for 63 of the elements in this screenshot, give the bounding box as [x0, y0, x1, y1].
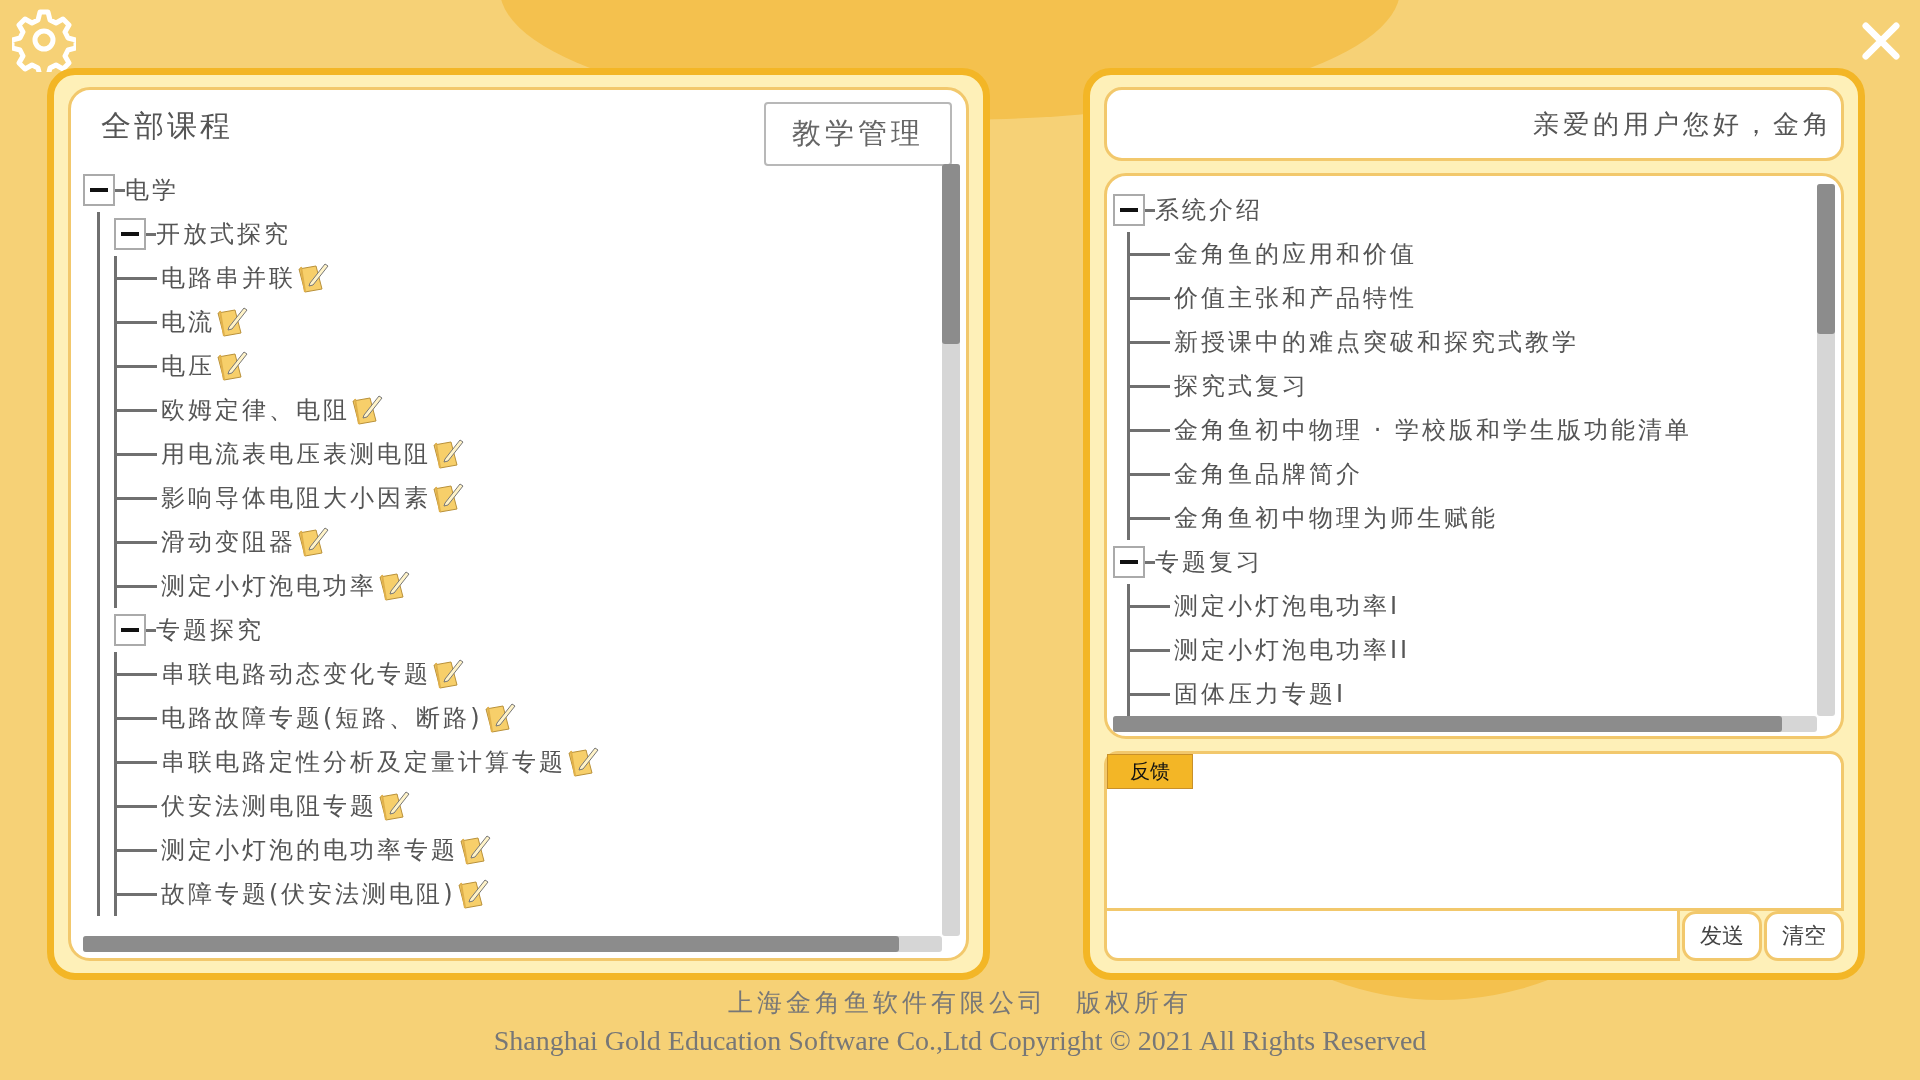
tree-item[interactable]: 电路故障专题(短路、断路)	[161, 702, 483, 734]
close-icon[interactable]	[1862, 22, 1900, 60]
tree-item[interactable]: 金角鱼初中物理为师生赋能	[1174, 502, 1498, 534]
tree-item[interactable]: 新授课中的难点突破和探究式教学	[1174, 326, 1579, 358]
tree-item[interactable]: 串联电路定性分析及定量计算专题	[161, 746, 566, 778]
collapse-toggle[interactable]	[114, 614, 146, 646]
tree-item[interactable]: 滑动变阻器	[161, 526, 296, 558]
notebook-pencil-icon	[566, 745, 600, 779]
collapse-toggle[interactable]	[114, 218, 146, 250]
notebook-pencil-icon	[215, 349, 249, 383]
collapse-toggle[interactable]	[1113, 546, 1145, 578]
notebook-pencil-icon	[455, 877, 490, 911]
greeting-text: 亲爱的用户您好，金角	[1533, 107, 1833, 141]
teaching-management-button[interactable]: 教学管理	[764, 102, 952, 166]
tree-item[interactable]: 电学	[125, 174, 179, 206]
collapse-toggle[interactable]	[83, 174, 115, 206]
tree-item[interactable]: 专题探究	[156, 614, 264, 646]
vertical-scrollbar[interactable]	[1817, 184, 1835, 716]
tree-item[interactable]: 系统介绍	[1155, 194, 1263, 226]
notebook-pencil-icon	[215, 305, 249, 339]
tree-item[interactable]: 串联电路动态变化专题	[161, 658, 431, 690]
feedback-textarea[interactable]	[1104, 751, 1844, 911]
tree-item[interactable]: 电压	[161, 350, 215, 382]
notebook-pencil-icon	[458, 833, 492, 867]
company-name: 上海金角鱼软件有限公司 版权所有	[728, 987, 1192, 1019]
notebook-pencil-icon	[482, 701, 517, 735]
tree-item[interactable]: 用电流表电压表测电阻	[161, 438, 431, 470]
horizontal-scrollbar[interactable]	[1113, 716, 1817, 732]
tree-item[interactable]: 开放式探究	[156, 218, 291, 250]
tree-item[interactable]: 测定小灯泡电功率II	[1174, 634, 1411, 666]
collapse-toggle[interactable]	[1113, 194, 1145, 226]
notebook-pencil-icon	[431, 481, 465, 515]
notebook-pencil-icon	[296, 261, 330, 295]
vertical-scrollbar[interactable]	[942, 164, 960, 936]
tree-item[interactable]: 专题复习	[1155, 546, 1263, 578]
horizontal-scrollbar[interactable]	[83, 936, 942, 952]
message-input[interactable]	[1104, 911, 1680, 961]
tree-item[interactable]: 欧姆定律、电阻	[161, 394, 350, 426]
panel-title: 全部课程	[101, 107, 233, 145]
tree-item[interactable]: 电流	[161, 306, 215, 338]
tree-item[interactable]: 金角鱼初中物理 · 学校版和学生版功能清单	[1174, 414, 1692, 446]
notebook-pencil-icon	[296, 525, 330, 559]
tree-item[interactable]: 电路串并联	[161, 262, 296, 294]
settings-icon[interactable]	[12, 8, 76, 72]
tree-item[interactable]: 测定小灯泡电功率	[161, 570, 377, 602]
tree-item[interactable]: 金角鱼品牌简介	[1174, 458, 1363, 490]
tree-item[interactable]: 测定小灯泡的电功率专题	[161, 834, 458, 866]
send-button[interactable]: 发送	[1682, 911, 1762, 961]
clear-button[interactable]: 清空	[1764, 911, 1844, 961]
tree-item[interactable]: 固体压力专题I	[1174, 678, 1347, 710]
tree-item[interactable]: 测定小灯泡电功率I	[1174, 590, 1401, 622]
tree-item[interactable]: 伏安法测电阻专题	[161, 790, 377, 822]
notebook-pencil-icon	[431, 657, 465, 691]
copyright-text: Shanghai Gold Education Software Co.,Ltd Copyright © 2021 All Rights Reserved	[493, 1025, 1427, 1057]
tree-item[interactable]: 价值主张和产品特性	[1174, 282, 1417, 314]
tree-item[interactable]: 影响导体电阻大小因素	[161, 482, 431, 514]
tree-item[interactable]: 金角鱼的应用和价值	[1174, 238, 1417, 270]
tree-item[interactable]: 故障专题(伏安法测电阻)	[161, 878, 456, 910]
notebook-pencil-icon	[377, 569, 411, 603]
notebook-pencil-icon	[431, 437, 465, 471]
notebook-pencil-icon	[377, 789, 411, 823]
notebook-pencil-icon	[350, 393, 384, 427]
tree-item[interactable]: 探究式复习	[1174, 370, 1309, 402]
